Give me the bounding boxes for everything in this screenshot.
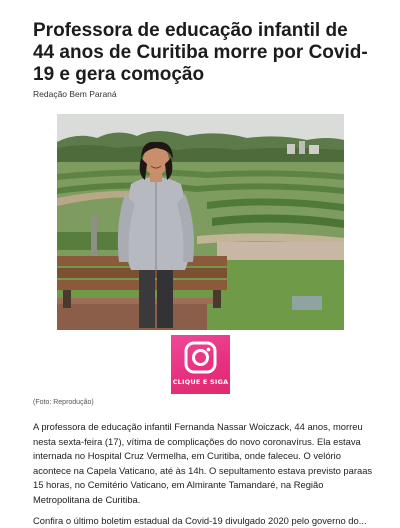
article-byline[interactable]: Redação Bem Paraná	[33, 89, 117, 99]
article-body-next-paragraph: Confira o último boletim estadual da Cov…	[33, 515, 367, 526]
article-title: Professora de educação infantil de 44 an…	[33, 20, 368, 85]
instagram-follow-button[interactable]: CLIQUE E SIGA	[171, 335, 230, 394]
article-body: A professora de educação infantil Fernan…	[33, 421, 373, 505]
instagram-cta-label: CLIQUE E SIGA	[172, 378, 229, 386]
photo-caption: (Foto: Reprodução)	[33, 399, 94, 406]
instagram-icon	[184, 341, 217, 379]
article-photo	[57, 114, 344, 330]
